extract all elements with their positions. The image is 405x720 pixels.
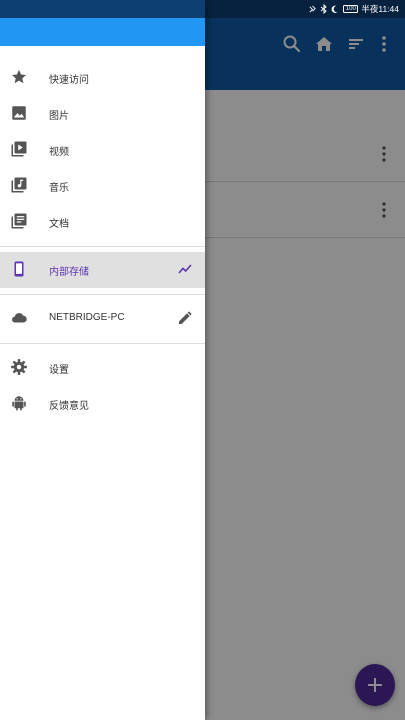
settings-icon [11,359,27,375]
status-bar: 100 半夜11:44 [308,2,399,16]
document-icon [11,213,27,229]
drawer-item-images[interactable]: 图片 [0,96,205,132]
star-icon [11,69,27,84]
drawer-item-label: 反馈意见 [49,401,89,412]
drawer-item-music[interactable]: 音乐 [0,168,205,204]
status-time: 半夜11:44 [361,4,399,14]
cloud-icon [12,313,27,323]
phone-icon [14,261,24,277]
battery-icon: 100 [343,5,359,13]
divider [0,294,205,295]
image-icon [12,106,26,120]
navigation-drawer: 快速访问 图片 视频 音乐 文档 内部存储 NETBRIDGE-PC 设置 反馈… [0,0,205,720]
drawer-item-feedback[interactable]: 反馈意见 [0,386,205,422]
drawer-item-label: 文档 [49,219,69,230]
music-icon [11,177,27,193]
divider [0,246,205,247]
battery-level: 100 [345,6,356,12]
drawer-item-internal-storage[interactable]: 内部存储 [0,252,205,288]
drawer-item-quick-access[interactable]: 快速访问 [0,60,205,96]
drawer-item-documents[interactable]: 文档 [0,204,205,240]
drawer-item-video[interactable]: 视频 [0,132,205,168]
drawer-item-label: 快速访问 [49,75,89,86]
drawer-item-label: NETBRIDGE-PC [49,312,125,323]
drawer-item-label: 音乐 [49,183,69,194]
android-icon [12,396,26,411]
moon-icon [331,5,338,13]
nfc-icon [309,5,317,13]
bluetooth-icon [321,4,328,14]
drawer-item-network-pc[interactable]: NETBRIDGE-PC [0,301,205,337]
drawer-item-label: 图片 [49,111,69,122]
drawer-item-label: 视频 [49,147,69,158]
drawer-item-settings[interactable]: 设置 [0,350,205,386]
usage-chart-icon[interactable] [177,261,193,277]
drawer-status-bar [0,0,205,18]
drawer-header [0,18,205,46]
edit-icon[interactable] [177,310,193,326]
drawer-item-label: 内部存储 [49,267,89,278]
drawer-item-label: 设置 [49,365,69,376]
divider [0,343,205,344]
video-icon [11,141,27,157]
